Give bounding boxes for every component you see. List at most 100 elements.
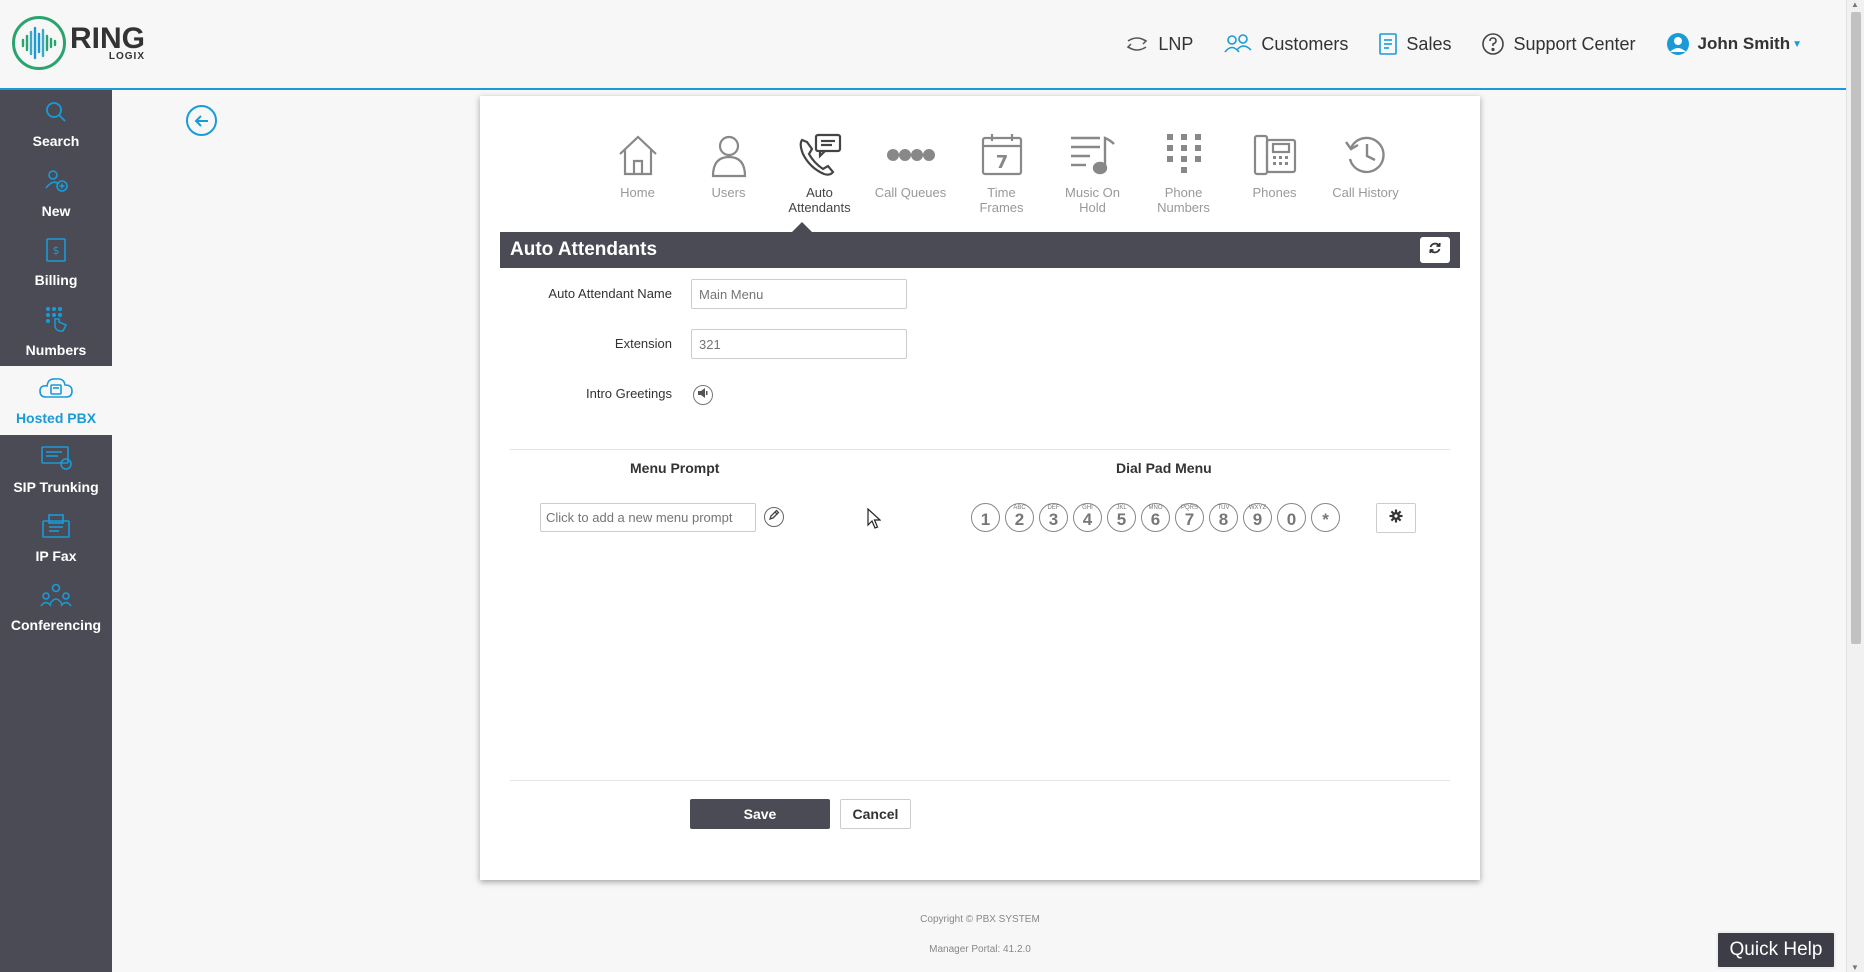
dial-key-1[interactable]: 1 — [971, 503, 1000, 532]
edit-prompt-button[interactable] — [764, 507, 784, 527]
intro-greetings-button[interactable] — [693, 385, 713, 405]
dial-key-6[interactable]: MNO 6 — [1141, 503, 1170, 532]
tab-phone-numbers[interactable]: Phone Numbers — [1138, 132, 1229, 215]
customers-group-icon — [1223, 33, 1253, 55]
dial-key-5[interactable]: JKL 5 — [1107, 503, 1136, 532]
pbx-tabs: Home Users Auto Attendants Call Queues 7… — [592, 132, 1411, 215]
auto-attendant-name-input[interactable] — [691, 279, 907, 309]
auto-attendant-name-label: Auto Attendant Name — [548, 286, 672, 301]
calendar-day-text: 7 — [995, 152, 1008, 173]
nav-lnp-label: LNP — [1158, 33, 1194, 54]
menu-prompt-input[interactable] — [540, 503, 756, 532]
sidebar-item-label: IP Fax — [35, 548, 77, 564]
quick-help-button[interactable]: Quick Help — [1716, 931, 1836, 969]
tab-call-queues[interactable]: Call Queues — [865, 132, 956, 215]
sidebar-item-label: Search — [32, 133, 80, 149]
intro-greetings-label: Intro Greetings — [586, 386, 672, 401]
phone-chat-icon — [796, 132, 844, 183]
tab-label: Time Frames — [979, 185, 1024, 215]
sidebar-item-numbers[interactable]: Numbers — [0, 297, 112, 366]
extension-input[interactable] — [691, 329, 907, 359]
dial-pad: 1 ABC 2 DEF 3 GHI 4 JKL 5 MNO 6 PQRS 7 TUV 8 WX… — [971, 503, 1340, 532]
tab-label: Call Queues — [874, 185, 947, 200]
sidebar-item-label: Billing — [34, 272, 78, 288]
desk-phone-icon — [1252, 132, 1298, 183]
nav-lnp[interactable]: LNP — [1124, 33, 1193, 55]
cancel-button[interactable]: Cancel — [840, 799, 911, 829]
dial-key-8[interactable]: TUV 8 — [1209, 503, 1238, 532]
mouse-cursor-icon — [867, 507, 882, 535]
conference-icon — [40, 582, 72, 613]
tab-phones[interactable]: Phones — [1229, 132, 1320, 215]
scrollbar-thumb[interactable] — [1851, 12, 1861, 644]
dial-key-2[interactable]: ABC 2 — [1005, 503, 1034, 532]
save-button[interactable]: Save — [690, 799, 830, 829]
section-title: Auto Attendants — [510, 239, 658, 260]
chevron-down-icon: ▼ — [1792, 38, 1802, 50]
nav-customers[interactable]: Customers — [1223, 33, 1348, 55]
music-note-icon — [1068, 132, 1118, 183]
sidebar-item-label: Numbers — [25, 342, 87, 358]
user-menu[interactable]: John Smith ▼ — [1666, 32, 1802, 56]
calendar-icon: 7 — [979, 132, 1025, 183]
dial-key-7[interactable]: PQRS 7 — [1175, 503, 1204, 532]
divider — [510, 780, 1450, 781]
sidebar-item-label: Hosted PBX — [15, 410, 97, 426]
add-user-icon — [43, 168, 69, 199]
logo-text: RING — [70, 22, 145, 55]
keypad-icon — [1161, 132, 1207, 183]
help-question-icon — [1481, 32, 1505, 56]
home-icon — [616, 132, 660, 183]
svg-text:$: $ — [53, 244, 60, 257]
dial-key-0[interactable]: 0 — [1277, 503, 1306, 532]
logo-waveform-icon — [12, 16, 66, 70]
user-icon — [707, 132, 751, 183]
dialpad-settings-button[interactable] — [1376, 503, 1416, 533]
tab-music-on-hold[interactable]: Music On Hold — [1047, 132, 1138, 215]
sidebar-item-conferencing[interactable]: Conferencing — [0, 573, 112, 642]
tab-label: Auto Attendants — [788, 185, 851, 215]
copyright-text: Copyright © PBX SYSTEM — [920, 914, 1040, 925]
scroll-down-icon[interactable]: ▼ — [1851, 963, 1859, 972]
tab-users[interactable]: Users — [683, 132, 774, 215]
sidebar-item-hosted-pbx[interactable]: Hosted PBX — [0, 366, 112, 435]
sidebar-item-billing[interactable]: $ Billing — [0, 228, 112, 297]
tab-label: Call History — [1332, 185, 1399, 200]
tab-time-frames[interactable]: 7 Time Frames — [956, 132, 1047, 215]
nav-sales[interactable]: Sales — [1378, 32, 1451, 56]
nav-support-center[interactable]: Support Center — [1481, 32, 1636, 56]
dial-key-3[interactable]: DEF 3 — [1039, 503, 1068, 532]
section-header: Auto Attendants — [500, 232, 1460, 268]
back-arrow-icon[interactable] — [186, 105, 217, 136]
sales-document-icon — [1378, 32, 1398, 56]
vertical-scrollbar[interactable]: ▲ ▼ — [1846, 0, 1864, 972]
dial-key-star[interactable]: * — [1311, 503, 1340, 532]
top-navigation: LNP Customers Sales Support Center John … — [1124, 32, 1802, 56]
extension-label: Extension — [614, 336, 672, 351]
sip-trunk-icon — [40, 444, 72, 475]
scroll-up-icon[interactable]: ▲ — [1851, 0, 1859, 9]
tab-label: Users — [711, 185, 746, 200]
tab-label: Music On Hold — [1065, 185, 1120, 215]
dial-key-4[interactable]: GHI 4 — [1073, 503, 1102, 532]
tab-auto-attendants[interactable]: Auto Attendants — [774, 132, 865, 215]
nav-support-label: Support Center — [1513, 33, 1636, 54]
refresh-icon — [1428, 241, 1442, 260]
sidebar-item-label: New — [41, 203, 71, 219]
billing-icon: $ — [45, 237, 67, 268]
sidebar-item-sip-trunking[interactable]: SIP Trunking — [0, 435, 112, 504]
tab-call-history[interactable]: Call History — [1320, 132, 1411, 215]
ringlogix-logo[interactable]: RING LOGIX — [12, 16, 145, 70]
dial-key-9[interactable]: WXYZ 9 — [1243, 503, 1272, 532]
history-clock-icon — [1343, 132, 1389, 183]
lnp-transfer-icon — [1124, 33, 1150, 55]
sidebar-item-ip-fax[interactable]: IP Fax — [0, 504, 112, 573]
fax-icon — [41, 513, 71, 544]
tab-label: Home — [620, 185, 655, 200]
refresh-button[interactable] — [1420, 237, 1450, 263]
dial-pad-menu-title: Dial Pad Menu — [1116, 460, 1212, 476]
tab-home[interactable]: Home — [592, 132, 683, 215]
sidebar-item-new[interactable]: New — [0, 159, 112, 228]
sidebar-item-search[interactable]: Search — [0, 90, 112, 159]
user-name: John Smith — [1697, 34, 1791, 53]
